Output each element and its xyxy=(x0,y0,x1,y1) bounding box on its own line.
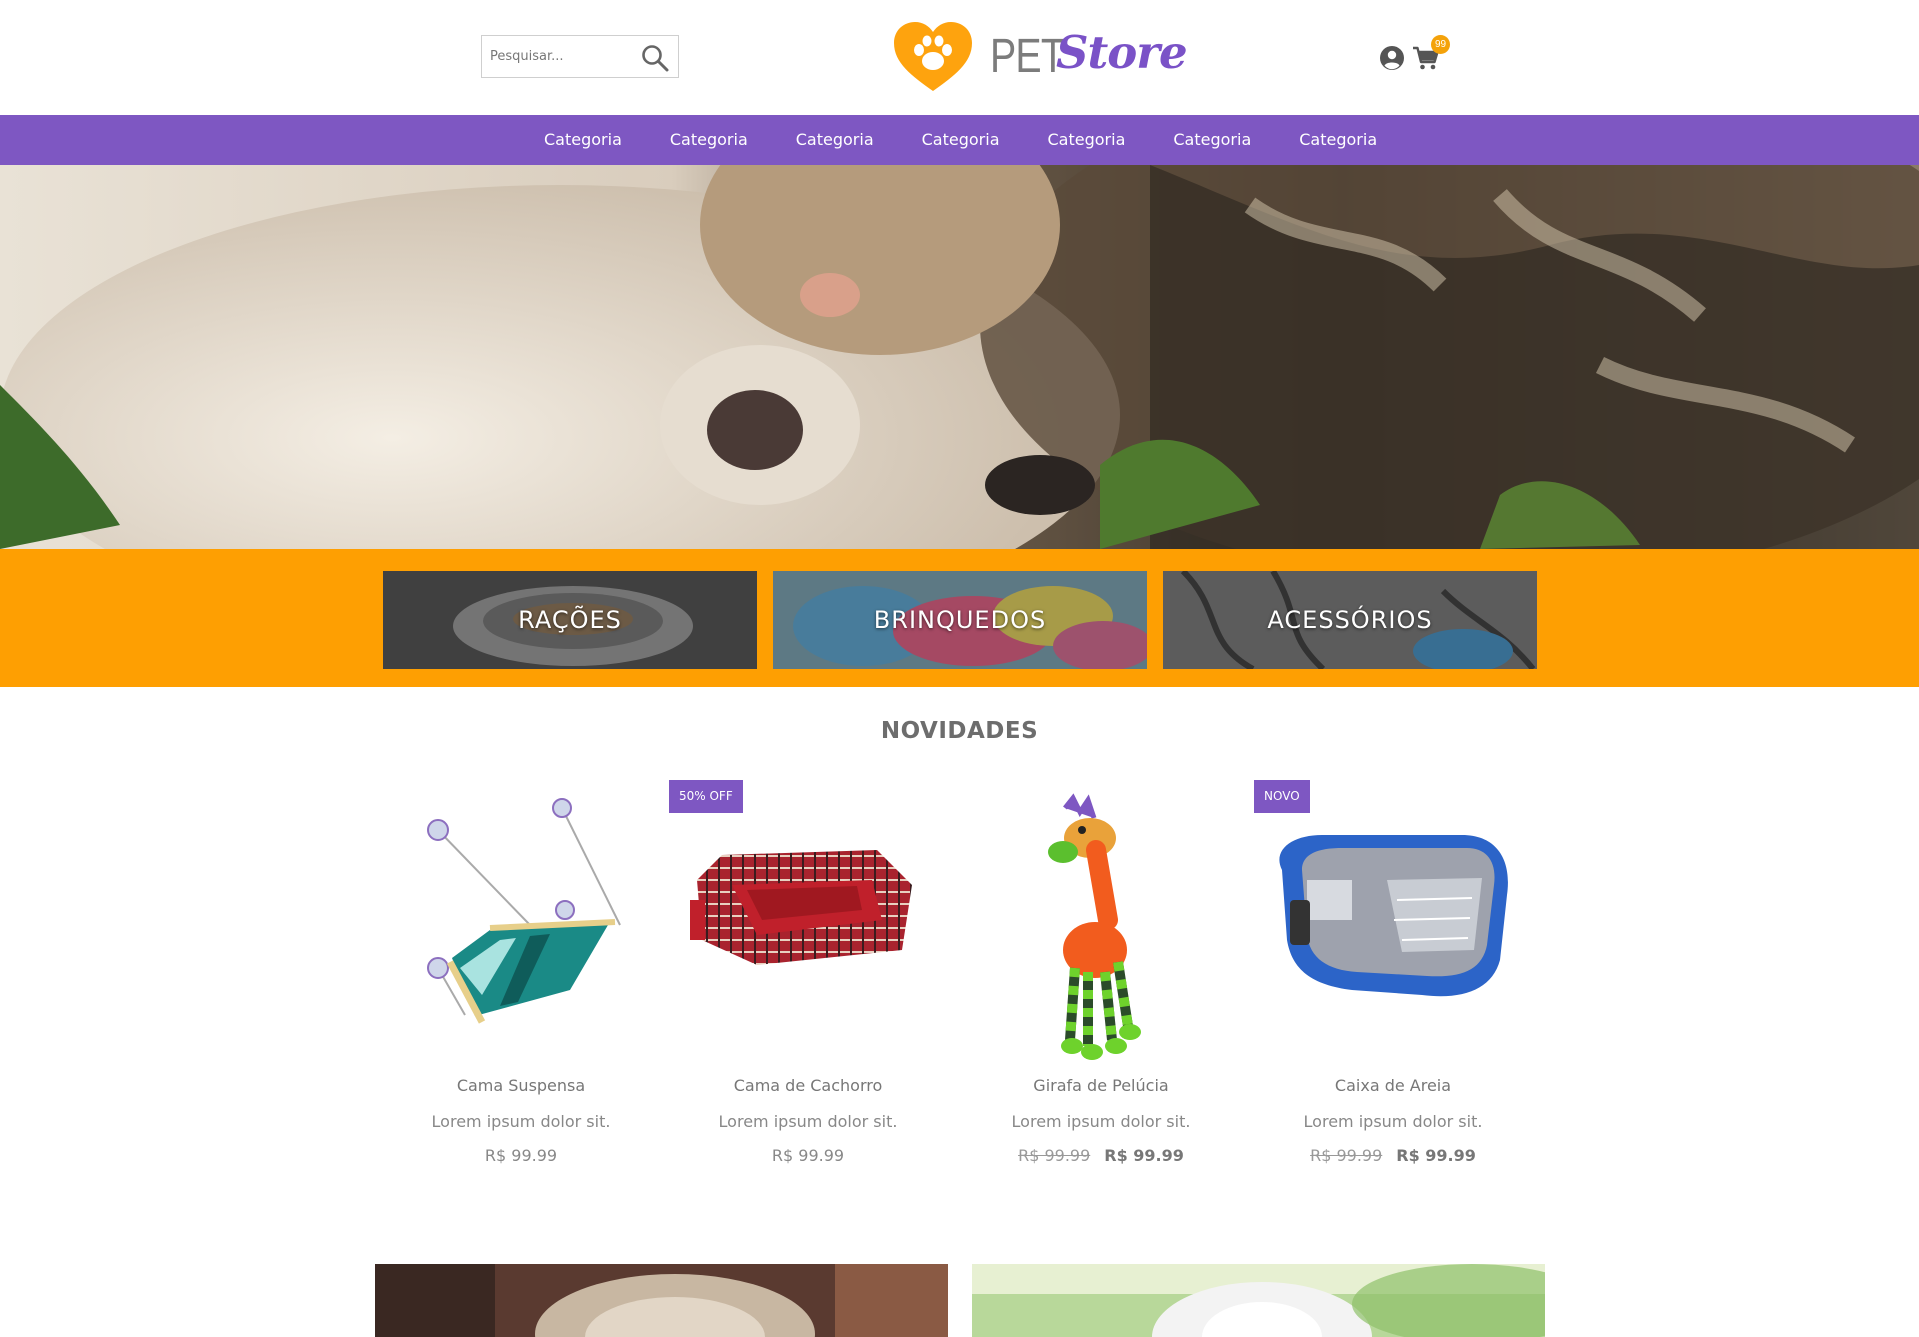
product-prices: R$ 99.99 R$ 99.99 xyxy=(960,1146,1242,1165)
product-image-caixa-de-areia xyxy=(1279,835,1508,997)
product-image-cama-suspensa xyxy=(427,798,621,1024)
search-input[interactable] xyxy=(482,36,640,77)
product-card[interactable]: Cama Suspensa Lorem ipsum dolor sit. R$ … xyxy=(380,780,650,1180)
site-header: PET Store 99 xyxy=(0,0,1919,115)
product-tag: NOVO xyxy=(1254,780,1310,813)
logo-pet-text: PET xyxy=(990,30,1065,83)
promo-image-dog xyxy=(375,1264,948,1337)
product-image-cama-de-cachorro xyxy=(690,850,912,965)
product-price: R$ 99.99 xyxy=(1104,1146,1184,1165)
nav-item-categoria-3[interactable]: Categoria xyxy=(772,115,898,165)
nav-list: Categoria Categoria Categoria Categoria … xyxy=(520,115,1401,165)
section-title-novidades: NOVIDADES xyxy=(880,718,1039,744)
logo-store-text: Store xyxy=(1056,26,1188,79)
hero-banner xyxy=(0,165,1919,549)
product-description: Lorem ipsum dolor sit. xyxy=(1011,1112,1191,1131)
user-icon[interactable] xyxy=(1379,45,1405,71)
logo[interactable]: PET Store xyxy=(892,21,1188,93)
heart-paw-logo-icon xyxy=(894,22,972,91)
product-image-girafa-de-pelucia xyxy=(1048,793,1141,1060)
promo-image-puppy xyxy=(972,1264,1545,1337)
hero-image xyxy=(0,165,1919,549)
nav-item-categoria-1[interactable]: Categoria xyxy=(520,115,646,165)
nav-item-categoria-4[interactable]: Categoria xyxy=(898,115,1024,165)
logo-text: PET Store xyxy=(990,30,1188,83)
promo-banner-right[interactable] xyxy=(972,1264,1545,1337)
product-price: R$ 99.99 xyxy=(771,1146,845,1165)
nav-item-categoria-7[interactable]: Categoria xyxy=(1275,115,1401,165)
product-old-price: R$ 99.99 xyxy=(1310,1146,1383,1165)
product-prices: R$ 99.99 xyxy=(667,1146,949,1165)
product-price: R$ 99.99 xyxy=(1396,1146,1476,1165)
nav-item-categoria-6[interactable]: Categoria xyxy=(1149,115,1275,165)
product-old-price: R$ 99.99 xyxy=(1018,1146,1091,1165)
product-description: Lorem ipsum dolor sit. xyxy=(1303,1112,1483,1131)
search-icon[interactable] xyxy=(640,43,670,73)
cart-count-badge: 99 xyxy=(1431,35,1450,54)
product-prices: R$ 99.99 R$ 99.99 xyxy=(1252,1146,1534,1165)
product-price: R$ 99.99 xyxy=(484,1146,558,1165)
search-box xyxy=(481,35,679,78)
category-card-racoes[interactable]: RAÇÕES xyxy=(383,571,757,669)
product-card[interactable]: Girafa de Pelúcia Lorem ipsum dolor sit.… xyxy=(960,780,1230,1180)
category-label: RAÇÕES xyxy=(518,606,622,634)
category-band: RAÇÕES BRINQUEDOS ACESSÓRIOS xyxy=(0,549,1919,687)
nav-item-categoria-2[interactable]: Categoria xyxy=(646,115,772,165)
product-card[interactable]: NOVO Caixa de Areia Lorem ipsum dolor si… xyxy=(1252,780,1522,1180)
category-card-brinquedos[interactable]: BRINQUEDOS xyxy=(773,571,1147,669)
product-prices: R$ 99.99 xyxy=(380,1146,662,1165)
product-card[interactable]: 50% OFF Cama de Cachorro Lorem ipsum dol… xyxy=(667,780,937,1180)
product-name: Cama de Cachorro xyxy=(733,1076,883,1095)
product-name: Caixa de Areia xyxy=(1334,1076,1452,1095)
category-nav: Categoria Categoria Categoria Categoria … xyxy=(0,115,1919,165)
product-name: Cama Suspensa xyxy=(456,1076,586,1095)
category-label: ACESSÓRIOS xyxy=(1267,606,1433,634)
product-name: Girafa de Pelúcia xyxy=(1033,1076,1169,1095)
product-tag: 50% OFF xyxy=(669,780,743,813)
category-card-acessorios[interactable]: ACESSÓRIOS xyxy=(1163,571,1537,669)
category-label: BRINQUEDOS xyxy=(873,606,1047,634)
product-description: Lorem ipsum dolor sit. xyxy=(431,1112,611,1131)
product-description: Lorem ipsum dolor sit. xyxy=(718,1112,898,1131)
nav-item-categoria-5[interactable]: Categoria xyxy=(1024,115,1150,165)
promo-banner-left[interactable] xyxy=(375,1264,948,1337)
